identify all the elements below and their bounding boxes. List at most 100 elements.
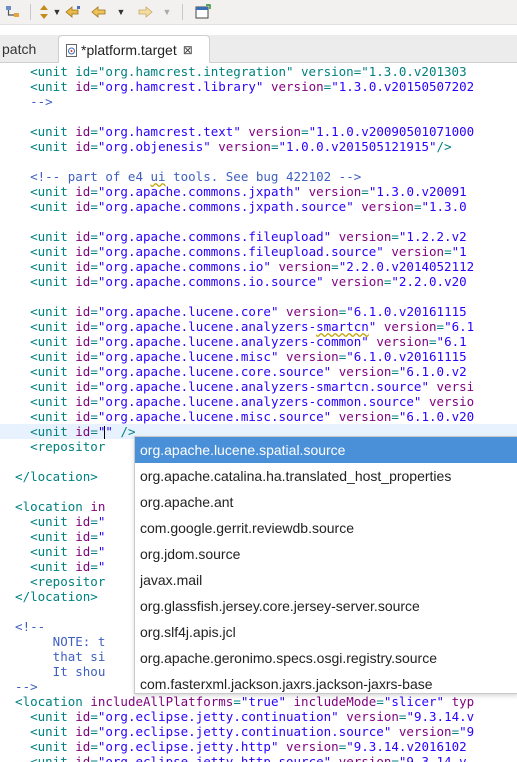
autocomplete-item[interactable]: javax.mail <box>135 567 517 593</box>
autocomplete-item[interactable]: org.slf4j.apis.jcl <box>135 619 517 645</box>
code-token: id <box>75 724 91 739</box>
code-line[interactable]: --> <box>0 94 517 109</box>
code-line[interactable]: <unit id="org.apache.lucene.misc" versio… <box>0 349 517 364</box>
code-line[interactable]: <unit id="org.apache.lucene.analyzers-co… <box>0 334 517 349</box>
autocomplete-item[interactable]: org.glassfish.jersey.core.jersey-server.… <box>135 593 517 619</box>
code-line[interactable]: <unit id="org.eclipse.jetty.http" versio… <box>0 739 517 754</box>
code-line[interactable]: <unit id="org.hamcrest.integration" vers… <box>0 64 517 79</box>
code-token: = <box>90 304 98 319</box>
last-edit-button[interactable] <box>64 3 82 21</box>
code-line[interactable]: <unit id="org.apache.lucene.analyzers-sm… <box>0 319 517 334</box>
autocomplete-item[interactable]: org.jdom.source <box>135 541 517 567</box>
annotation-nav-dropdown[interactable]: ▼ <box>52 3 62 21</box>
forward-button[interactable] <box>136 3 154 21</box>
code-token: "6.1.0.v20161115 <box>346 349 467 364</box>
autocomplete-item[interactable]: org.apache.lucene.spatial.source <box>135 437 517 463</box>
code-line[interactable]: <unit id="org.apache.lucene.core" versio… <box>0 304 517 319</box>
code-token: id <box>75 79 91 94</box>
code-line[interactable]: <unit id="org.apache.commons.jxpath.sour… <box>0 199 517 214</box>
autocomplete-item[interactable]: org.apache.catalina.ha.translated_host_p… <box>135 463 517 489</box>
code-line[interactable]: <unit id="org.apache.lucene.analyzers-co… <box>0 394 517 409</box>
code-token: version <box>218 139 271 154</box>
code-token: "org.apache.lucene.misc" <box>97 349 279 364</box>
code-token: id <box>75 304 91 319</box>
code-line[interactable]: <unit id="org.apache.commons.fileupload.… <box>0 244 517 259</box>
code-token: "2.2.0.v20 <box>391 274 467 289</box>
code-token: <unit <box>0 379 76 394</box>
back-dropdown[interactable]: ▼ <box>116 3 126 21</box>
code-line[interactable]: <unit id="org.apache.lucene.core.source"… <box>0 364 517 379</box>
code-line[interactable]: <unit id="org.apache.commons.jxpath" ver… <box>0 184 517 199</box>
code-token: includeAllPlatforms <box>90 694 234 709</box>
code-token: <unit id="org.hamcrest.integration" vers… <box>0 64 467 79</box>
content-assist-popup[interactable]: org.apache.lucene.spatial.source org.apac… <box>134 436 517 694</box>
tab-platform-target[interactable]: *platform.target ⊠ <box>58 35 210 64</box>
code-token: id <box>75 319 91 334</box>
code-token: = <box>90 394 98 409</box>
code-token: version <box>398 724 452 739</box>
code-line[interactable]: <unit id="org.eclipse.jetty.continuation… <box>0 709 517 724</box>
code-token: = <box>90 409 98 424</box>
autocomplete-item[interactable]: org.apache.geronimo.specs.osgi.registry.… <box>135 645 517 671</box>
code-token: "6.1.0.v2 <box>398 364 467 379</box>
code-token: = <box>361 184 369 199</box>
autocomplete-item[interactable]: org.apache.ant <box>135 489 517 515</box>
new-window-button[interactable] <box>194 3 212 21</box>
code-token: id <box>75 739 91 754</box>
code-token: NOTE: t <box>0 634 106 649</box>
code-token: <unit <box>0 319 76 334</box>
code-line[interactable]: <unit id="org.apache.commons.fileupload"… <box>0 229 517 244</box>
code-token: id <box>75 529 91 544</box>
code-token: id <box>75 754 91 762</box>
main-toolbar: ▼ ▼ ▼ <box>0 0 517 25</box>
code-line[interactable]: <unit id="org.hamcrest.text" version="1.… <box>0 124 517 139</box>
code-line[interactable]: <location includeAllPlatforms="true" inc… <box>0 694 517 709</box>
code-line[interactable]: <unit id="org.apache.lucene.analyzers-sm… <box>0 379 517 394</box>
autocomplete-item[interactable]: com.google.gerrit.reviewdb.source <box>135 515 517 541</box>
code-token: <!-- <box>0 619 46 634</box>
code-token: ui <box>150 169 166 184</box>
code-line[interactable]: <unit id="org.eclipse.jetty.continuation… <box>0 724 517 739</box>
code-line[interactable]: <unit id="org.objenesis" version="1.0.0.… <box>0 139 517 154</box>
code-token: "org.apache.lucene.analyzers- <box>97 319 317 334</box>
code-token: = <box>90 349 98 364</box>
code-token: "1.1.0.v20090501071000 <box>308 124 475 139</box>
code-token: <repositor <box>0 439 106 454</box>
close-tab-icon[interactable]: ⊠ <box>183 43 193 57</box>
code-line[interactable]: <unit id="org.hamcrest.library" version=… <box>0 79 517 94</box>
annotation-nav-button[interactable] <box>36 3 52 21</box>
code-token: --> <box>0 679 38 694</box>
code-line[interactable]: <unit id="org.apache.lucene.misc.source"… <box>0 409 517 424</box>
tab-patch[interactable]: patch <box>0 35 42 62</box>
code-line[interactable]: <unit id="org.eclipse.jetty.http.source"… <box>0 754 517 762</box>
hierarchy-button[interactable] <box>4 3 22 21</box>
code-line[interactable]: <unit id="org.apache.commons.io" version… <box>0 259 517 274</box>
code-line[interactable] <box>0 289 517 304</box>
code-token: "org.apache.commons.fileupload" <box>97 229 332 244</box>
code-token: version <box>286 349 339 364</box>
code-token: <unit <box>0 304 76 319</box>
code-token: id <box>75 394 91 409</box>
code-token: It shou <box>0 664 106 679</box>
back-button[interactable] <box>90 3 108 21</box>
code-line[interactable]: <!-- part of e4 ui tools. See bug 422102… <box>0 169 517 184</box>
code-token: = <box>90 124 98 139</box>
code-line[interactable]: <unit id="org.apache.commons.io.source" … <box>0 274 517 289</box>
code-line[interactable] <box>0 109 517 124</box>
code-token: = <box>301 124 309 139</box>
code-token: = <box>90 424 98 439</box>
autocomplete-item[interactable]: com.fasterxml.jackson.jaxrs.jackson-jaxr… <box>135 671 517 693</box>
code-line[interactable] <box>0 154 517 169</box>
code-line[interactable] <box>0 214 517 229</box>
code-token: version <box>331 274 384 289</box>
forward-dropdown[interactable]: ▼ <box>162 3 172 21</box>
code-token: <unit <box>0 274 76 289</box>
code-token: version <box>361 199 414 214</box>
code-token: = <box>90 274 98 289</box>
code-token: "true" <box>240 694 286 709</box>
code-token: = <box>391 754 399 762</box>
